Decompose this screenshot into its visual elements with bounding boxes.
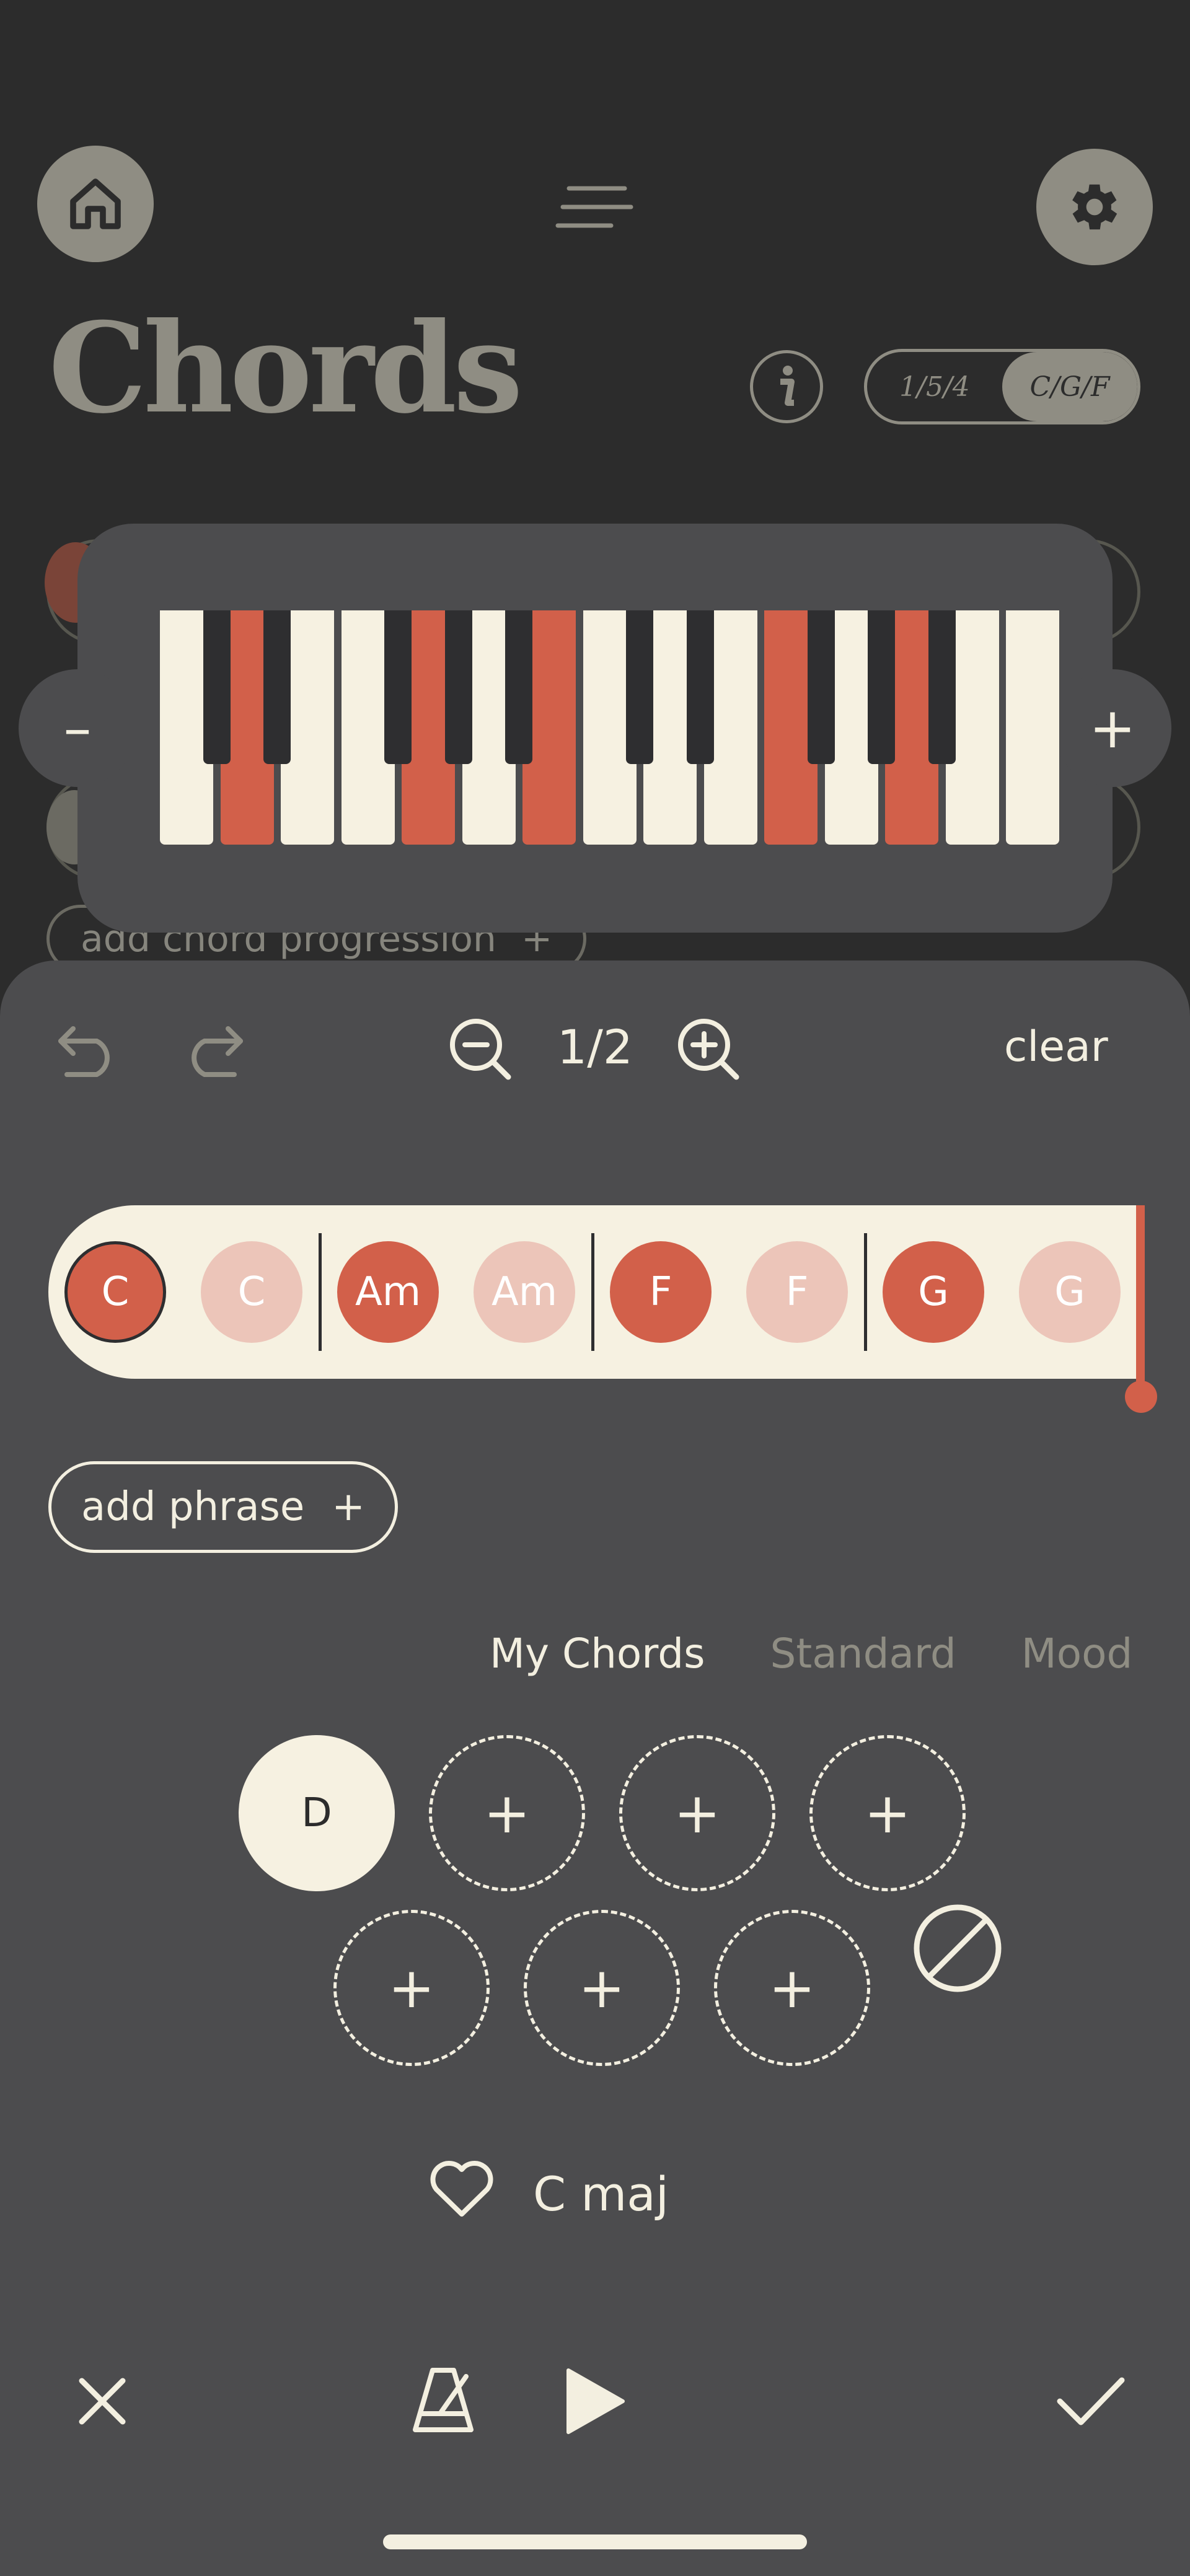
close-icon [79, 2378, 126, 2425]
playhead[interactable] [1136, 1205, 1145, 1391]
toggle-option-degrees[interactable]: 1/5/4 [867, 352, 1002, 421]
piano-black-key[interactable] [626, 610, 653, 764]
zoom-out-button[interactable] [446, 1015, 514, 1083]
piano-black-key[interactable] [868, 610, 895, 764]
gear-icon [1072, 184, 1117, 230]
chord-slot-empty[interactable]: + [714, 1910, 870, 2066]
close-button[interactable] [68, 2367, 136, 2435]
metronome-button[interactable] [409, 2364, 477, 2438]
undo-icon [58, 1026, 110, 1077]
home-indicator [383, 2534, 807, 2549]
chord-slot-empty[interactable]: + [333, 1910, 490, 2066]
chord-slot-empty[interactable]: + [524, 1910, 680, 2066]
tab-standard[interactable]: Standard [770, 1630, 956, 1692]
piano-black-key[interactable] [263, 610, 291, 764]
bar-separator [864, 1233, 867, 1351]
timeline-chord[interactable]: F [610, 1241, 712, 1343]
redo-icon [192, 1026, 243, 1077]
heart-icon [430, 2161, 493, 2217]
piano-black-key[interactable] [445, 610, 472, 764]
plus-icon: + [332, 1484, 365, 1530]
check-icon [1057, 2377, 1125, 2425]
zoom-out-icon [450, 1019, 511, 1080]
timeline-chord[interactable]: F [746, 1241, 848, 1343]
bar-separator [591, 1233, 594, 1351]
prohibited-icon [914, 1904, 1002, 1992]
metronome-icon [413, 2368, 474, 2432]
chord-slot-empty[interactable]: + [619, 1735, 775, 1891]
tab-mood[interactable]: Mood [1021, 1630, 1133, 1692]
piano-black-key[interactable] [928, 610, 956, 764]
piano-black-key[interactable] [808, 610, 835, 764]
play-button[interactable] [561, 2364, 629, 2438]
favorite-chord-row: C maj [428, 2156, 669, 2231]
timeline-chord[interactable]: Am [337, 1241, 439, 1343]
chord-slot-filled[interactable]: D [239, 1735, 395, 1891]
undo-button[interactable] [55, 1016, 123, 1078]
piano-black-key[interactable] [203, 610, 231, 764]
no-chord-button[interactable] [911, 1902, 1004, 1995]
tab-my-chords[interactable]: My Chords [490, 1630, 705, 1692]
timeline-chord[interactable]: G [883, 1241, 984, 1343]
add-phrase-button[interactable]: add phrase + [48, 1461, 398, 1553]
chord-editor-sheet [0, 961, 1190, 2576]
add-phrase-label: add phrase [81, 1484, 305, 1530]
favorite-button[interactable] [428, 2157, 496, 2230]
menu-icon [555, 186, 633, 228]
toggle-option-letters[interactable]: C/G/F [1002, 352, 1137, 421]
piano-black-key[interactable] [505, 610, 532, 764]
chord-library-tabs: My Chords Standard Mood [490, 1630, 1132, 1692]
timeline-chord[interactable]: G [1019, 1241, 1121, 1343]
zoom-in-button[interactable] [674, 1015, 743, 1083]
chord-slot-empty[interactable]: + [429, 1735, 585, 1891]
chord-slot-empty[interactable]: + [809, 1735, 966, 1891]
octave-down-button[interactable]: – [19, 669, 136, 787]
info-button[interactable] [750, 350, 823, 423]
piano-black-key[interactable] [687, 610, 714, 764]
octave-up-button[interactable]: + [1054, 669, 1171, 787]
piano-black-key[interactable] [384, 610, 412, 764]
current-chord-name: C maj [533, 2166, 669, 2222]
bar-separator [319, 1233, 322, 1351]
notation-toggle[interactable]: 1/5/4 C/G/F [864, 349, 1140, 424]
page-title: Chords [48, 296, 523, 441]
page-indicator: 1/2 [557, 1019, 633, 1075]
info-icon [780, 366, 795, 406]
timeline-chord[interactable]: C [201, 1241, 302, 1343]
timeline-chord[interactable]: C [64, 1241, 166, 1343]
redo-button[interactable] [178, 1016, 247, 1078]
piano-white-key[interactable] [1006, 610, 1059, 845]
timeline-chord[interactable]: Am [474, 1241, 575, 1343]
playhead-handle[interactable] [1125, 1381, 1157, 1413]
piano-keyboard[interactable] [160, 610, 1059, 845]
confirm-button[interactable] [1054, 2367, 1128, 2435]
menu-button[interactable] [552, 180, 638, 235]
home-icon [70, 178, 121, 229]
home-button[interactable] [37, 146, 154, 262]
play-icon [566, 2368, 625, 2434]
settings-button[interactable] [1036, 149, 1153, 265]
zoom-in-icon [678, 1019, 739, 1080]
clear-button[interactable]: clear [1004, 1016, 1108, 1078]
